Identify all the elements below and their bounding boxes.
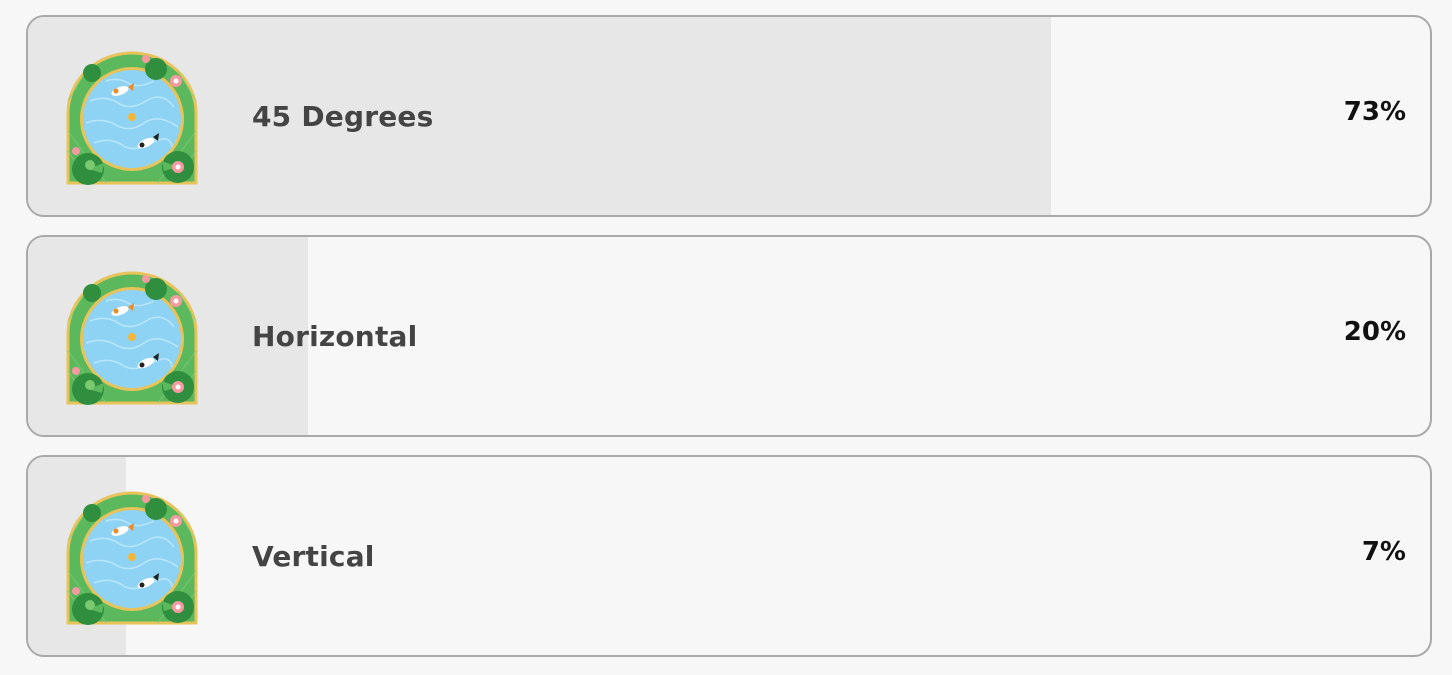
option-label: 45 Degrees [252,99,434,133]
poll-option-horizontal[interactable]: Horizontal 20% [26,235,1432,437]
poll-option-45-degrees[interactable]: 45 Degrees 73% [26,15,1432,217]
option-label: Vertical [252,539,375,573]
koi-pond-icon [66,491,198,625]
option-percent: 7% [1361,537,1406,567]
poll-option-vertical[interactable]: Vertical 7% [26,455,1432,657]
koi-pond-icon [66,51,198,185]
koi-pond-icon [66,271,198,405]
option-label: Horizontal [252,319,418,353]
poll-results: 45 Degrees 73% Horizontal 20% Vertical 7… [26,15,1432,675]
option-percent: 20% [1343,317,1406,347]
option-percent: 73% [1343,97,1406,127]
